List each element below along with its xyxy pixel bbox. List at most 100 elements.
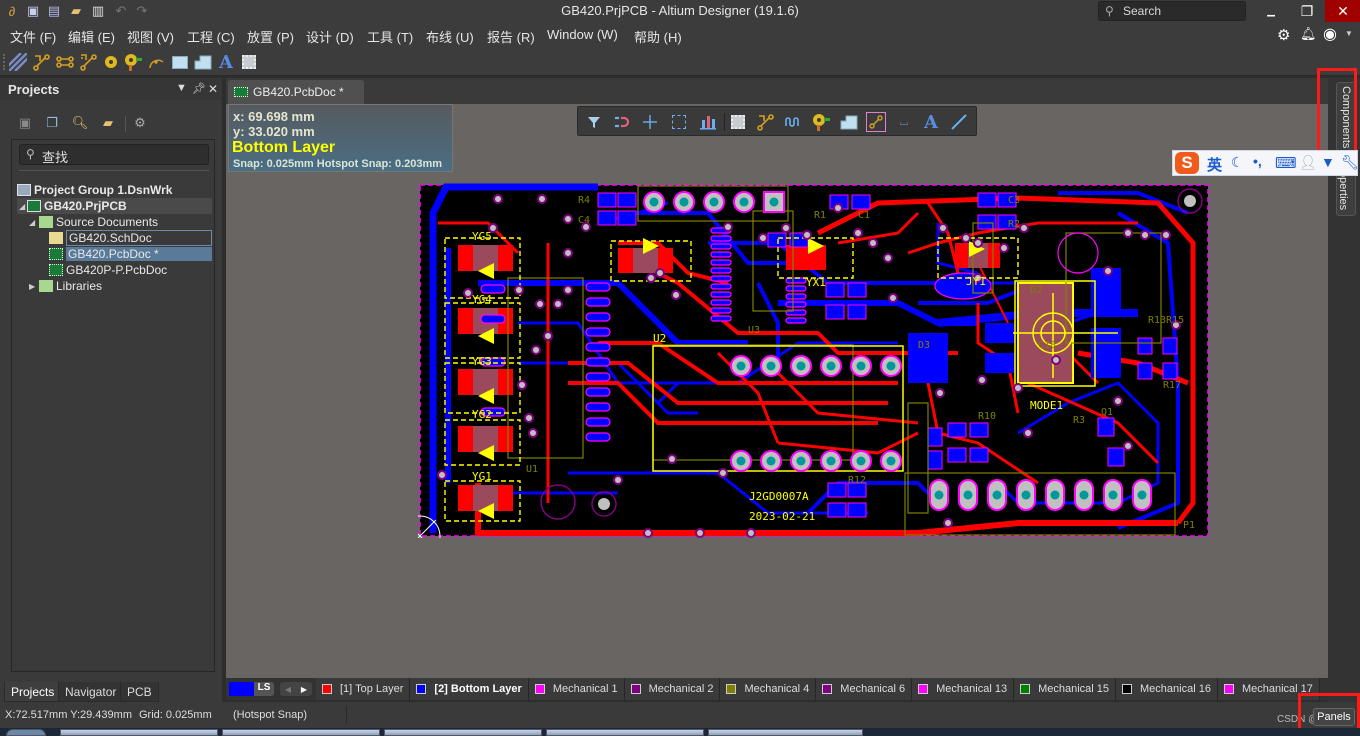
fill-icon[interactable]	[170, 52, 190, 72]
tree-item-schdoc[interactable]: GB420.SchDoc	[17, 230, 212, 246]
settings-gear-icon[interactable]: ⚙	[131, 114, 149, 132]
dimension-icon[interactable]: ⌴	[894, 112, 914, 132]
diff-pair-route-icon[interactable]	[55, 52, 75, 72]
toolbar-grip[interactable]	[3, 54, 5, 70]
tab-projects[interactable]: Projects	[4, 682, 62, 702]
close-button[interactable]: ✕	[1325, 0, 1360, 22]
interactive-route-icon[interactable]	[31, 52, 51, 72]
layer-tab-mechanical-2[interactable]: Mechanical 2	[624, 678, 721, 700]
layer-tab-mechanical-16[interactable]: Mechanical 16	[1116, 678, 1218, 700]
string-text-icon[interactable]: A	[921, 112, 941, 133]
os-taskbar	[0, 728, 1360, 736]
ime-language-toggle[interactable]: 英	[1207, 154, 1222, 175]
tab-navigator[interactable]: Navigator	[58, 682, 124, 702]
tree-item-pcbdoc-active[interactable]: GB420.PcbDoc *	[17, 246, 212, 262]
line-icon[interactable]	[949, 112, 969, 132]
pad-icon[interactable]	[101, 52, 121, 72]
pcb-board[interactable]: YG5 YG4 YG3 YG2 YG1 U2 YX1 JY1 MODE1 J2G…	[418, 183, 1210, 538]
menu-window[interactable]: Window (W)	[547, 27, 618, 42]
collapse-arrow-icon[interactable]: ▶	[29, 282, 39, 291]
minimize-button[interactable]: ▁	[1253, 0, 1289, 22]
project-search-icon[interactable]: 🔍︎	[71, 114, 89, 132]
tree-item-source-documents[interactable]: ◢ Source Documents	[17, 214, 212, 230]
select-rectangle-icon[interactable]	[669, 112, 689, 132]
skin-shirt-icon[interactable]: ▼	[1321, 154, 1335, 170]
user-account-icon[interactable]: ◉	[1323, 24, 1337, 44]
project-search-input[interactable]: ⚲ 查找	[19, 144, 209, 165]
punctuation-icon[interactable]: •,	[1253, 153, 1262, 169]
string-text-icon[interactable]: A	[216, 52, 236, 73]
tools-wrench-icon[interactable]: 🔧︎	[1341, 154, 1359, 171]
menu-route[interactable]: 布线 (U)	[426, 27, 474, 46]
layer-tab-mechanical-4[interactable]: Mechanical 4	[720, 678, 817, 700]
expand-arrow-icon[interactable]: ◢	[29, 218, 39, 227]
designator-yg1: YG1	[472, 470, 492, 483]
notifications-bell-icon[interactable]: 🔔︎	[1300, 26, 1317, 42]
crosshair-icon[interactable]	[640, 112, 660, 132]
tree-item-workspace[interactable]: Project Group 1.DsnWrk	[17, 182, 212, 198]
taskbar-item[interactable]	[546, 729, 704, 736]
start-button[interactable]	[6, 729, 46, 736]
layer-tab-mechanical-13[interactable]: Mechanical 13	[912, 678, 1015, 700]
taskbar-item[interactable]	[384, 729, 542, 736]
align-icon[interactable]	[698, 112, 718, 132]
interactive-highlight-icon[interactable]	[611, 112, 631, 132]
place-component-icon[interactable]	[239, 52, 259, 72]
layer-tab-mechanical-1[interactable]: Mechanical 1	[528, 678, 625, 700]
menu-place[interactable]: 放置 (P)	[247, 27, 294, 46]
layer-tab-mechanical-6[interactable]: Mechanical 6	[816, 678, 913, 700]
tree-item-libraries[interactable]: ▶ Libraries	[17, 278, 212, 294]
menu-reports[interactable]: 报告 (R)	[487, 27, 535, 46]
document-tab-gb420-pcbdoc[interactable]: GB420.PcbDoc *	[228, 80, 364, 104]
arc-icon[interactable]	[146, 52, 166, 72]
menu-design[interactable]: 设计 (D)	[306, 27, 354, 46]
pin-icon[interactable]: 📌︎	[192, 82, 206, 95]
taskbar-item[interactable]	[60, 729, 218, 736]
restore-button[interactable]: ❐	[1289, 0, 1325, 22]
tree-item-pcbdoc[interactable]: GB420P-P.PcbDoc	[17, 262, 212, 278]
compile-icon[interactable]: ❐	[43, 114, 61, 132]
designator-yg2: YG2	[472, 408, 492, 421]
menu-project[interactable]: 工程 (C)	[187, 27, 235, 46]
menu-file[interactable]: 文件 (F)	[10, 27, 56, 46]
keyboard-icon[interactable]: ⌨	[1275, 154, 1297, 172]
filter-icon[interactable]	[584, 112, 604, 132]
tree-item-project[interactable]: ◢ GB420.PrjPCB	[17, 198, 212, 214]
user-icon[interactable]: 👤︎	[1299, 154, 1317, 171]
project-options-icon[interactable]: ▰	[99, 114, 117, 132]
scroll-left-icon[interactable]: ◀	[285, 685, 291, 694]
layer-color-swatch	[534, 684, 545, 694]
layer-tab-mechanical-15[interactable]: Mechanical 15	[1014, 678, 1116, 700]
taskbar-item[interactable]	[222, 729, 380, 736]
taskbar-item[interactable]	[708, 729, 863, 736]
multi-route-icon[interactable]	[78, 52, 98, 72]
panel-close-icon[interactable]: ✕	[208, 82, 218, 96]
layer-set-button[interactable]: LS	[254, 682, 274, 696]
interactive-route-icon[interactable]	[755, 112, 775, 132]
global-search-input[interactable]: ⚲ Search	[1098, 1, 1246, 21]
scroll-right-icon[interactable]: ▶	[301, 685, 307, 694]
via-icon[interactable]	[811, 112, 831, 132]
save-icon[interactable]: ▣	[16, 114, 34, 132]
hatch-fill-icon[interactable]	[8, 52, 28, 72]
layer-tab-top[interactable]: [1] Top Layer	[316, 678, 411, 700]
menu-edit[interactable]: 编辑 (E)	[68, 27, 115, 46]
via-icon[interactable]	[123, 52, 143, 72]
settings-icon[interactable]: ⚙	[1277, 26, 1290, 44]
diff-pair-icon[interactable]	[866, 112, 886, 132]
current-layer-color-swatch[interactable]	[229, 682, 254, 696]
expand-arrow-icon[interactable]: ◢	[17, 202, 27, 211]
panel-menu-chevron-icon[interactable]: ▼	[176, 82, 187, 94]
moon-icon[interactable]: ☾	[1231, 154, 1244, 171]
chevron-down-icon[interactable]: ▼	[1345, 29, 1353, 38]
polygon-pour-icon[interactable]	[193, 52, 213, 72]
polygon-pour-icon[interactable]	[839, 112, 859, 132]
menu-view[interactable]: 视图 (V)	[127, 27, 174, 46]
menu-help[interactable]: 帮助 (H)	[634, 27, 682, 46]
menu-tools[interactable]: 工具 (T)	[367, 27, 413, 46]
tune-length-icon[interactable]	[783, 112, 803, 132]
tab-pcb[interactable]: PCB	[120, 682, 159, 702]
layer-tab-bottom[interactable]: [2] Bottom Layer	[410, 678, 529, 700]
place-component-icon[interactable]	[728, 112, 748, 132]
sogou-logo-icon[interactable]: S	[1175, 152, 1199, 174]
